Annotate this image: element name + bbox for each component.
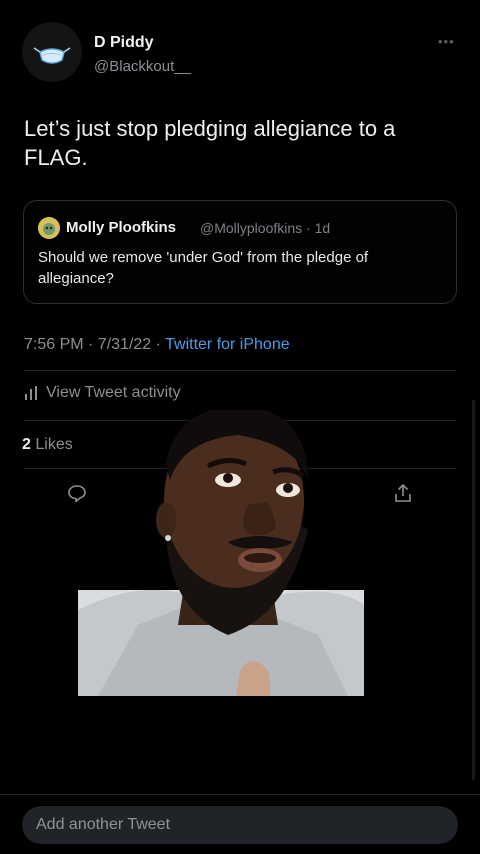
share-button[interactable] [392,482,414,509]
compose-placeholder: Add another Tweet [36,816,171,833]
quoted-tweet-card[interactable]: Molly Ploofkins @Mollyploofkins · 1d Sho… [23,200,457,304]
more-horizontal-icon[interactable]: ••• [438,34,455,49]
share-icon [395,483,411,502]
author-name[interactable]: D Piddy [94,34,154,52]
likes-count[interactable]: 2 Likes [22,436,73,454]
scrollbar[interactable] [472,400,475,780]
tweet-text: Let’s just stop pledging allegiance to a… [24,116,396,170]
view-tweet-activity[interactable]: View Tweet activity [24,384,181,402]
quoted-author-handle: @Mollyploofkins · 1d [200,220,331,236]
tweet-time-date: 7:56 PM · 7/31/22 · [24,336,166,353]
tweet-source-link[interactable]: Twitter for iPhone [165,336,290,353]
avatar-illustration-icon [38,217,60,239]
likes-number: 2 [22,436,31,453]
quoted-author-name: Molly Ploofkins [66,219,177,236]
quoted-tweet-text: Should we remove 'under God' from the pl… [38,249,369,287]
divider [0,794,480,795]
tweet-timestamp: 7:56 PM · 7/31/22 · Twitter for iPhone [24,336,290,354]
divider [24,370,456,371]
add-another-tweet-input[interactable]: Add another Tweet [22,806,458,844]
author-avatar[interactable] [22,22,82,82]
reaction-photo [78,410,364,696]
view-tweet-activity-label: View Tweet activity [46,384,181,401]
analytics-icon [25,386,37,400]
author-handle[interactable]: @Blackkout__ [94,58,191,75]
man-portrait-image [78,410,364,696]
quoted-author-avatar [38,217,60,239]
face-mask-icon [33,47,71,64]
likes-label: Likes [35,436,73,453]
